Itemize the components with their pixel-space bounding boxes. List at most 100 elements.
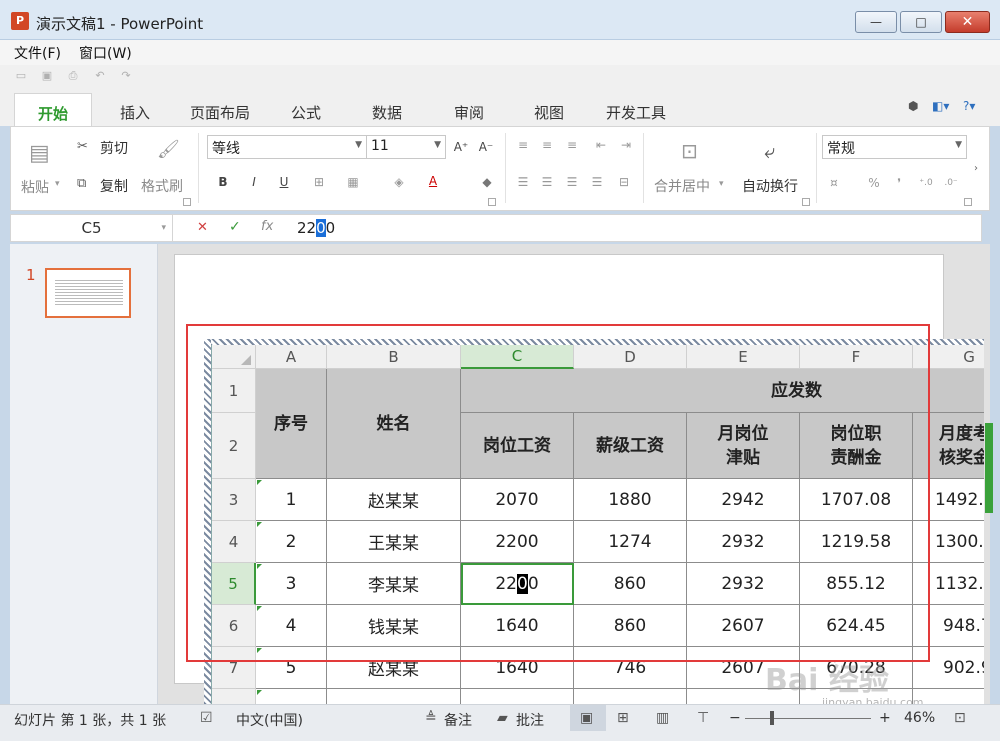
table-cell[interactable]: 2942	[687, 479, 800, 521]
indent-increase-icon[interactable]: ⇥	[616, 135, 636, 155]
zoom-slider-track[interactable]	[745, 718, 871, 719]
table-cell[interactable]: 赵某某	[327, 479, 461, 521]
merge-dropdown-icon[interactable]: ▾	[719, 179, 724, 189]
scissors-icon[interactable]: ✂	[77, 139, 88, 154]
header-cell-seq[interactable]: 序号	[256, 369, 327, 479]
account-icon[interactable]: ◧▾	[932, 99, 949, 113]
confirm-icon[interactable]: ✓	[229, 219, 241, 235]
table-cell[interactable]: 1132.67	[913, 563, 984, 605]
zoom-slider-thumb[interactable]	[770, 711, 774, 725]
menu-file[interactable]: 文件(F)	[14, 43, 61, 63]
format-painter-button[interactable]: 格式刷	[141, 176, 183, 196]
column-header-g[interactable]: G	[913, 345, 984, 369]
increase-decimal-icon[interactable]: ⁺.0	[916, 173, 936, 193]
table-cell[interactable]: 3	[256, 563, 327, 605]
table-cell[interactable]: 860	[574, 605, 687, 647]
format-painter-icon[interactable]: 🖌	[157, 139, 180, 160]
tab-data[interactable]: 数据	[359, 93, 415, 126]
number-format-select[interactable]: 常规 ▼	[822, 135, 967, 159]
align-center-icon[interactable]: ☰	[537, 172, 557, 192]
clear-format-icon[interactable]: ◆	[477, 172, 497, 192]
table-cell[interactable]: 1707.08	[800, 479, 913, 521]
distributed-icon[interactable]: ⊟	[614, 172, 634, 192]
slide-thumbnail[interactable]	[45, 268, 131, 318]
row-header-8[interactable]: 8	[212, 689, 256, 704]
tab-review[interactable]: 审阅	[441, 93, 497, 126]
embedded-spreadsheet[interactable]: A B C D E F G 1 2 3 4 5 6 7 8 序号 姓名 应发数 …	[211, 345, 984, 704]
font-color-icon[interactable]: A	[423, 171, 443, 191]
fit-to-window-icon[interactable]: ⊡	[954, 710, 966, 726]
tab-developer[interactable]: 开发工具	[594, 93, 678, 126]
header-cell-grade-salary[interactable]: 薪级工资	[574, 413, 687, 479]
font-grow-icon[interactable]: A⁺	[451, 137, 471, 157]
header-cell-payable[interactable]: 应发数	[461, 369, 984, 413]
table-cell[interactable]: 钱某某	[327, 605, 461, 647]
wrap-text-button[interactable]: 自动换行	[742, 176, 798, 196]
italic-button[interactable]: I	[244, 172, 264, 192]
spellcheck-icon[interactable]: ☑	[200, 710, 213, 726]
indent-decrease-icon[interactable]: ⇤	[591, 135, 611, 155]
column-header-f[interactable]: F	[800, 345, 913, 369]
cell-style-icon[interactable]: ▦	[343, 172, 363, 192]
active-cell-c5[interactable]: 22 0 0	[461, 563, 574, 605]
cancel-icon[interactable]: ✕	[197, 220, 208, 235]
justify-icon[interactable]: ☰	[587, 172, 607, 192]
save-icon[interactable]: ▣	[40, 69, 54, 83]
select-all-corner[interactable]	[212, 345, 256, 369]
column-header-c[interactable]: C	[461, 345, 574, 369]
reading-view-icon[interactable]: ▥	[656, 710, 669, 726]
border-icon[interactable]: ⊞	[309, 172, 329, 192]
header-cell-monthly-bonus[interactable]: 月度考 核奖金	[913, 413, 984, 479]
row-header-2[interactable]: 2	[212, 413, 256, 479]
copy-button[interactable]: 复制	[100, 176, 128, 196]
redo-icon[interactable]: ↷	[119, 69, 133, 83]
table-cell[interactable]	[327, 689, 461, 704]
table-cell[interactable]: 624.45	[800, 605, 913, 647]
table-cell[interactable]: 1880	[574, 479, 687, 521]
table-cell[interactable]: 2	[256, 521, 327, 563]
table-cell[interactable]: 902.95	[913, 647, 984, 689]
table-cell[interactable]: 1219.58	[800, 521, 913, 563]
table-cell[interactable]: 4	[256, 605, 327, 647]
notes-icon[interactable]: ≜	[425, 710, 437, 726]
slideshow-icon[interactable]: ⊤	[697, 710, 709, 726]
align-bottom-icon[interactable]: ≡	[562, 135, 582, 155]
row-header-6[interactable]: 6	[212, 605, 256, 647]
language-text[interactable]: 中文(中国)	[236, 710, 303, 730]
paste-dropdown-icon[interactable]: ▾	[55, 179, 60, 189]
print-icon[interactable]: ⎙	[66, 69, 80, 83]
undo-icon[interactable]: ↶	[93, 69, 107, 83]
table-cell[interactable]: 2932	[687, 563, 800, 605]
skin-icon[interactable]: ⬢	[908, 99, 918, 113]
table-cell[interactable]: 1640	[461, 647, 574, 689]
slide-sorter-icon[interactable]: ⊞	[617, 710, 629, 726]
table-cell[interactable]: 948.75	[913, 605, 984, 647]
alignment-launcher-icon[interactable]	[802, 198, 810, 206]
table-cell[interactable]: 855.12	[800, 563, 913, 605]
zoom-in-button[interactable]: +	[879, 710, 891, 726]
align-left-icon[interactable]: ☰	[513, 172, 533, 192]
copy-icon[interactable]: ⧉	[77, 176, 86, 191]
cut-button[interactable]: 剪切	[100, 138, 128, 158]
paste-button[interactable]: 粘贴	[21, 177, 49, 197]
row-header-4[interactable]: 4	[212, 521, 256, 563]
insert-function-icon[interactable]: fx	[261, 219, 273, 234]
font-launcher-icon[interactable]	[488, 198, 496, 206]
table-cell[interactable]: 1	[256, 479, 327, 521]
table-cell[interactable]	[461, 689, 574, 704]
tab-formulas[interactable]: 公式	[278, 93, 334, 126]
row-header-5[interactable]: 5	[212, 563, 256, 605]
comment-icon[interactable]: ▰	[497, 710, 508, 726]
row-header-1[interactable]: 1	[212, 369, 256, 413]
wrap-text-icon[interactable]: ⤶	[764, 139, 775, 163]
zoom-out-button[interactable]: −	[729, 710, 741, 726]
merge-center-icon[interactable]: ⊡	[681, 139, 698, 163]
header-cell-post-salary[interactable]: 岗位工资	[461, 413, 574, 479]
notes-button[interactable]: 备注	[444, 710, 472, 730]
table-cell[interactable]: 860	[574, 563, 687, 605]
decrease-decimal-icon[interactable]: .0⁻	[941, 173, 961, 193]
table-cell[interactable]: 李某某	[327, 563, 461, 605]
comma-style-icon[interactable]: ❜	[889, 173, 909, 193]
tab-page-layout[interactable]: 页面布局	[178, 93, 262, 126]
tab-view[interactable]: 视图	[521, 93, 577, 126]
